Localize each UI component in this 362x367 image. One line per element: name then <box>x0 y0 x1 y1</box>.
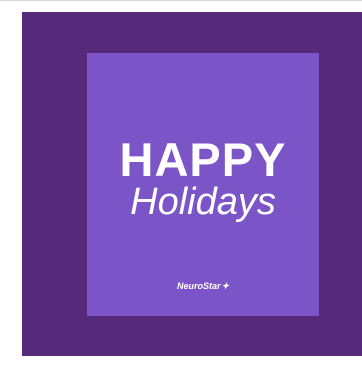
subheadline: Holidays <box>130 181 276 223</box>
greeting-card: HAPPY Holidays NeuroStar✦ <box>87 53 319 316</box>
brand-logo-text: NeuroStar <box>176 281 221 291</box>
page: HAPPY Holidays NeuroStar✦ <box>0 0 362 367</box>
holiday-greeting-image: HAPPY Holidays NeuroStar✦ <box>22 12 362 356</box>
top-divider <box>0 0 362 1</box>
star-icon: ✦ <box>221 281 230 291</box>
brand-logo: NeuroStar✦ <box>87 282 319 291</box>
headline: HAPPY <box>119 133 287 186</box>
